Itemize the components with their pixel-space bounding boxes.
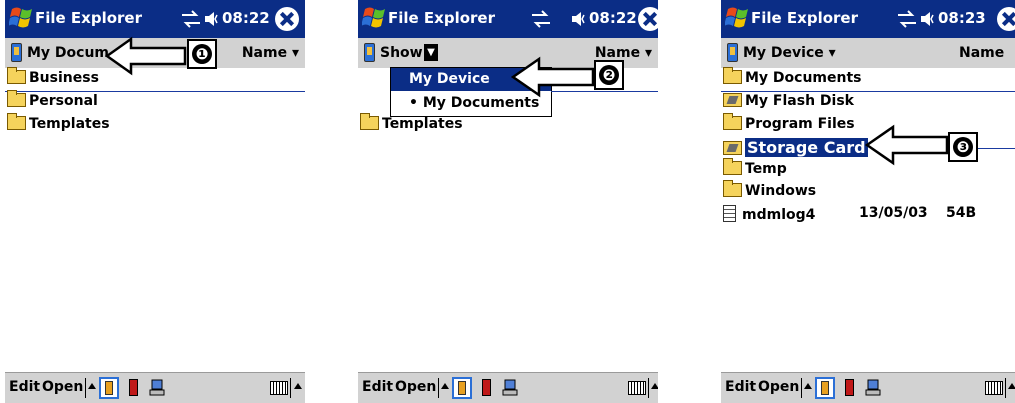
folder-icon	[7, 113, 26, 130]
sort-by-name[interactable]: Name ▾	[595, 45, 652, 61]
speaker-icon[interactable]	[919, 10, 937, 28]
edit-menu[interactable]: Edit	[9, 379, 40, 395]
storage-card-icon[interactable]	[482, 379, 491, 396]
step-number-1: ❶	[187, 39, 217, 69]
screen-2: File Explorer 08:22 Show ▼ Name ▾ My Dev…	[358, 0, 658, 403]
close-icon[interactable]	[638, 7, 658, 31]
app-title: File Explorer	[35, 9, 142, 27]
file-size: 54B	[946, 205, 977, 221]
app-title: File Explorer	[388, 9, 495, 27]
keyboard-icon[interactable]	[270, 381, 288, 395]
open-menu[interactable]: Open	[42, 379, 83, 395]
callout-arrow	[865, 124, 949, 166]
callout-arrow	[105, 36, 187, 76]
input-menu-icon[interactable]	[651, 383, 658, 389]
file-date: 13/05/03	[859, 205, 928, 221]
open-menu[interactable]: Open	[395, 379, 436, 395]
up-arrow-icon[interactable]	[88, 383, 96, 389]
windows-start-icon[interactable]	[362, 4, 388, 32]
close-icon[interactable]	[997, 7, 1015, 31]
title-bar: File Explorer 08:23	[721, 0, 1015, 38]
folder-icon	[7, 67, 26, 84]
input-menu-icon[interactable]	[1008, 383, 1015, 389]
folder-icon	[7, 90, 26, 107]
list-item[interactable]: Program Files	[723, 113, 855, 138]
step-number-2: ❷	[594, 60, 624, 90]
input-menu-icon[interactable]	[294, 383, 302, 389]
folder-selector[interactable]: My Docum	[27, 45, 109, 61]
step-number-3: ❸	[948, 132, 978, 162]
close-icon[interactable]	[275, 7, 299, 31]
speaker-icon[interactable]	[203, 10, 221, 28]
network-share-icon[interactable]	[149, 379, 165, 396]
keyboard-icon[interactable]	[628, 381, 646, 395]
network-share-icon[interactable]	[865, 379, 881, 396]
connectivity-icon[interactable]	[896, 10, 918, 28]
show-selector[interactable]: Show	[380, 45, 423, 61]
clock[interactable]: 08:23	[938, 9, 986, 27]
connectivity-icon[interactable]	[530, 10, 552, 28]
up-arrow-icon[interactable]	[441, 383, 449, 389]
list-item[interactable]: Templates	[360, 113, 463, 138]
screen-1: File Explorer 08:22 My Docum Name ▾ Busi…	[5, 0, 305, 403]
list-item[interactable]: Windows	[723, 180, 816, 205]
folder-icon	[723, 67, 742, 84]
storage-card-icon[interactable]	[129, 379, 138, 396]
my-device-icon[interactable]	[815, 377, 835, 399]
document-icon	[723, 205, 736, 222]
pda-icon	[727, 43, 738, 62]
list-item[interactable]: My Flash Disk	[723, 93, 854, 115]
connectivity-icon[interactable]	[180, 10, 202, 28]
list-item-selected[interactable]: Storage Card	[723, 138, 868, 160]
title-bar: File Explorer 08:22	[358, 0, 658, 38]
folder-icon	[723, 113, 742, 130]
command-bar: Edit Open	[721, 372, 1015, 403]
sort-by-name[interactable]: Name ▾	[242, 45, 299, 61]
speaker-icon[interactable]	[570, 10, 588, 28]
screen-3: File Explorer 08:23 My Device ▾ Name My …	[721, 0, 1015, 403]
title-bar: File Explorer 08:22	[5, 0, 305, 38]
open-menu[interactable]: Open	[758, 379, 799, 395]
folder-icon	[723, 180, 742, 197]
clock[interactable]: 08:22	[589, 9, 637, 27]
flash-disk-icon	[723, 93, 742, 107]
folder-icon	[360, 113, 379, 130]
folder-icon	[723, 158, 742, 175]
command-bar: Edit Open	[358, 372, 658, 403]
file-row[interactable]: mdmlog4 13/05/03 54B	[723, 205, 976, 227]
command-bar: Edit Open	[5, 372, 305, 403]
pda-icon	[364, 43, 375, 62]
divider	[5, 91, 305, 92]
sort-by-name[interactable]: Name	[959, 45, 1004, 61]
storage-card-icon[interactable]	[845, 379, 854, 396]
folder-selector[interactable]: My Device ▾	[743, 45, 836, 61]
my-device-icon[interactable]	[452, 377, 472, 399]
list-item[interactable]: Templates	[7, 113, 110, 138]
network-share-icon[interactable]	[502, 379, 518, 396]
list-item[interactable]: Personal	[7, 90, 98, 115]
windows-start-icon[interactable]	[725, 4, 751, 32]
list-item[interactable]: My Documents	[723, 67, 862, 92]
my-device-icon[interactable]	[99, 377, 119, 399]
windows-start-icon[interactable]	[9, 4, 35, 32]
up-arrow-icon[interactable]	[804, 383, 812, 389]
app-title: File Explorer	[751, 9, 858, 27]
divider	[721, 91, 1015, 92]
clock[interactable]: 08:22	[222, 9, 270, 27]
pda-icon	[11, 43, 22, 62]
edit-menu[interactable]: Edit	[725, 379, 756, 395]
dropdown-arrow-icon[interactable]: ▼	[424, 44, 438, 61]
folder-header: My Device ▾ Name	[721, 38, 1015, 68]
storage-card-icon	[723, 141, 742, 155]
callout-arrow	[511, 56, 595, 98]
list-item[interactable]: Business	[7, 67, 99, 92]
keyboard-icon[interactable]	[985, 381, 1003, 395]
edit-menu[interactable]: Edit	[362, 379, 393, 395]
